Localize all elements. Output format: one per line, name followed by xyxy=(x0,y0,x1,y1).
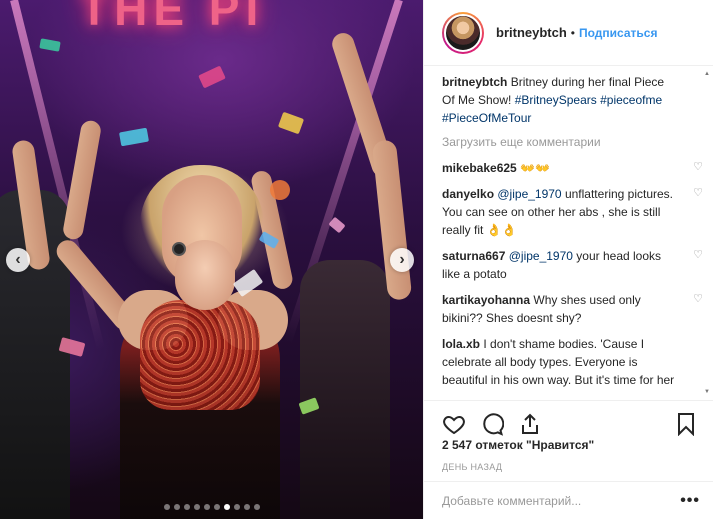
hashtag-link[interactable]: #pieceofme xyxy=(600,93,662,107)
header-separator: • xyxy=(570,25,575,40)
post-timestamp[interactable]: ДЕНЬ НАЗАД xyxy=(442,462,502,472)
share-icon[interactable] xyxy=(516,410,544,438)
comment-mention[interactable]: @jipe_1970 xyxy=(509,249,573,263)
comment-item: kartikayohanna Why shes used only bikini… xyxy=(442,291,703,327)
confetti xyxy=(198,65,226,89)
confetti xyxy=(118,127,150,147)
comment-icon[interactable] xyxy=(478,410,506,438)
comment-author[interactable]: danyelko xyxy=(442,187,494,201)
post-header: britneybtch • Подписаться xyxy=(424,0,713,66)
heart-icon[interactable] xyxy=(440,410,468,438)
comment-item: lola.xb I don't shame bodies. 'Cause I c… xyxy=(442,335,688,392)
slide-dot xyxy=(203,504,210,510)
more-options-icon[interactable]: ••• xyxy=(680,492,700,510)
scroll-down-arrow-icon[interactable]: ▼ xyxy=(704,388,710,396)
post-photo[interactable]: THE PI ‹ › xyxy=(0,0,423,519)
comment-item: danyelko @jipe_1970 unflattering picture… xyxy=(442,185,703,239)
slide-dot xyxy=(173,504,180,510)
hashtag-link[interactable]: #PieceOfMeTour xyxy=(442,111,531,125)
slide-dot xyxy=(253,504,260,510)
comment-heart-icon[interactable]: ♡ xyxy=(692,293,704,305)
hashtag-link[interactable]: #BritneySpears xyxy=(515,93,597,107)
comment-author[interactable]: lola.xb xyxy=(442,337,480,351)
chevron-right-icon[interactable]: › xyxy=(390,248,414,272)
load-more-comments-link[interactable]: Загрузить еще комментарии xyxy=(442,135,688,149)
comment-author[interactable]: saturna667 xyxy=(442,249,505,263)
comment-author[interactable]: kartikayohanna xyxy=(442,293,530,307)
confetti xyxy=(39,38,61,52)
comment-text: 👐👐 xyxy=(520,161,550,175)
slide-dot xyxy=(223,504,230,510)
likes-count[interactable]: 2 547 отметок "Нравится" xyxy=(442,438,594,452)
comments-scrollbar[interactable]: ▲ ▼ xyxy=(704,70,710,396)
follow-button[interactable]: Подписаться xyxy=(579,26,657,40)
background-dancer-right xyxy=(300,260,390,519)
slide-dot xyxy=(193,504,200,510)
slide-dot xyxy=(183,504,190,510)
confetti xyxy=(328,216,346,234)
slide-dot xyxy=(233,504,240,510)
comment-item: saturna667 @jipe_1970 your head looks li… xyxy=(442,247,703,283)
comments-list[interactable]: britneybtch Britney during her final Pie… xyxy=(424,67,713,392)
comment-author[interactable]: mikebake625 xyxy=(442,161,517,175)
avatar-image xyxy=(444,13,482,52)
comment-heart-icon[interactable]: ♡ xyxy=(692,187,704,199)
slide-dot xyxy=(213,504,220,510)
performer-sequin-top xyxy=(140,300,260,410)
caption-author[interactable]: britneybtch xyxy=(442,75,507,89)
microphone xyxy=(172,242,186,256)
comment-input[interactable] xyxy=(442,493,681,508)
post-actions-bar xyxy=(424,400,713,440)
confetti xyxy=(277,111,305,135)
scroll-up-arrow-icon[interactable]: ▲ xyxy=(704,70,710,78)
comment-mention[interactable]: @jipe_1970 xyxy=(497,187,561,201)
caption: britneybtch Britney during her final Pie… xyxy=(442,73,688,127)
raised-arm xyxy=(61,119,103,241)
neon-sign-text: THE PI xyxy=(80,0,265,35)
confetti xyxy=(270,180,290,200)
comment-heart-icon[interactable]: ♡ xyxy=(692,249,704,261)
slide-dot xyxy=(243,504,250,510)
header-username[interactable]: britneybtch xyxy=(496,25,567,40)
post-details-panel: britneybtch • Подписаться britneybtch Br… xyxy=(423,0,713,519)
comment-heart-icon[interactable]: ♡ xyxy=(692,161,704,173)
slide-dot xyxy=(163,504,170,510)
chevron-left-icon[interactable]: ‹ xyxy=(6,248,30,272)
slide-indicator xyxy=(0,504,423,510)
comment-item: mikebake625 👐👐 ♡ xyxy=(442,159,703,177)
bookmark-icon[interactable] xyxy=(672,410,700,438)
avatar[interactable] xyxy=(442,11,484,54)
add-comment-bar: ••• xyxy=(424,481,713,519)
